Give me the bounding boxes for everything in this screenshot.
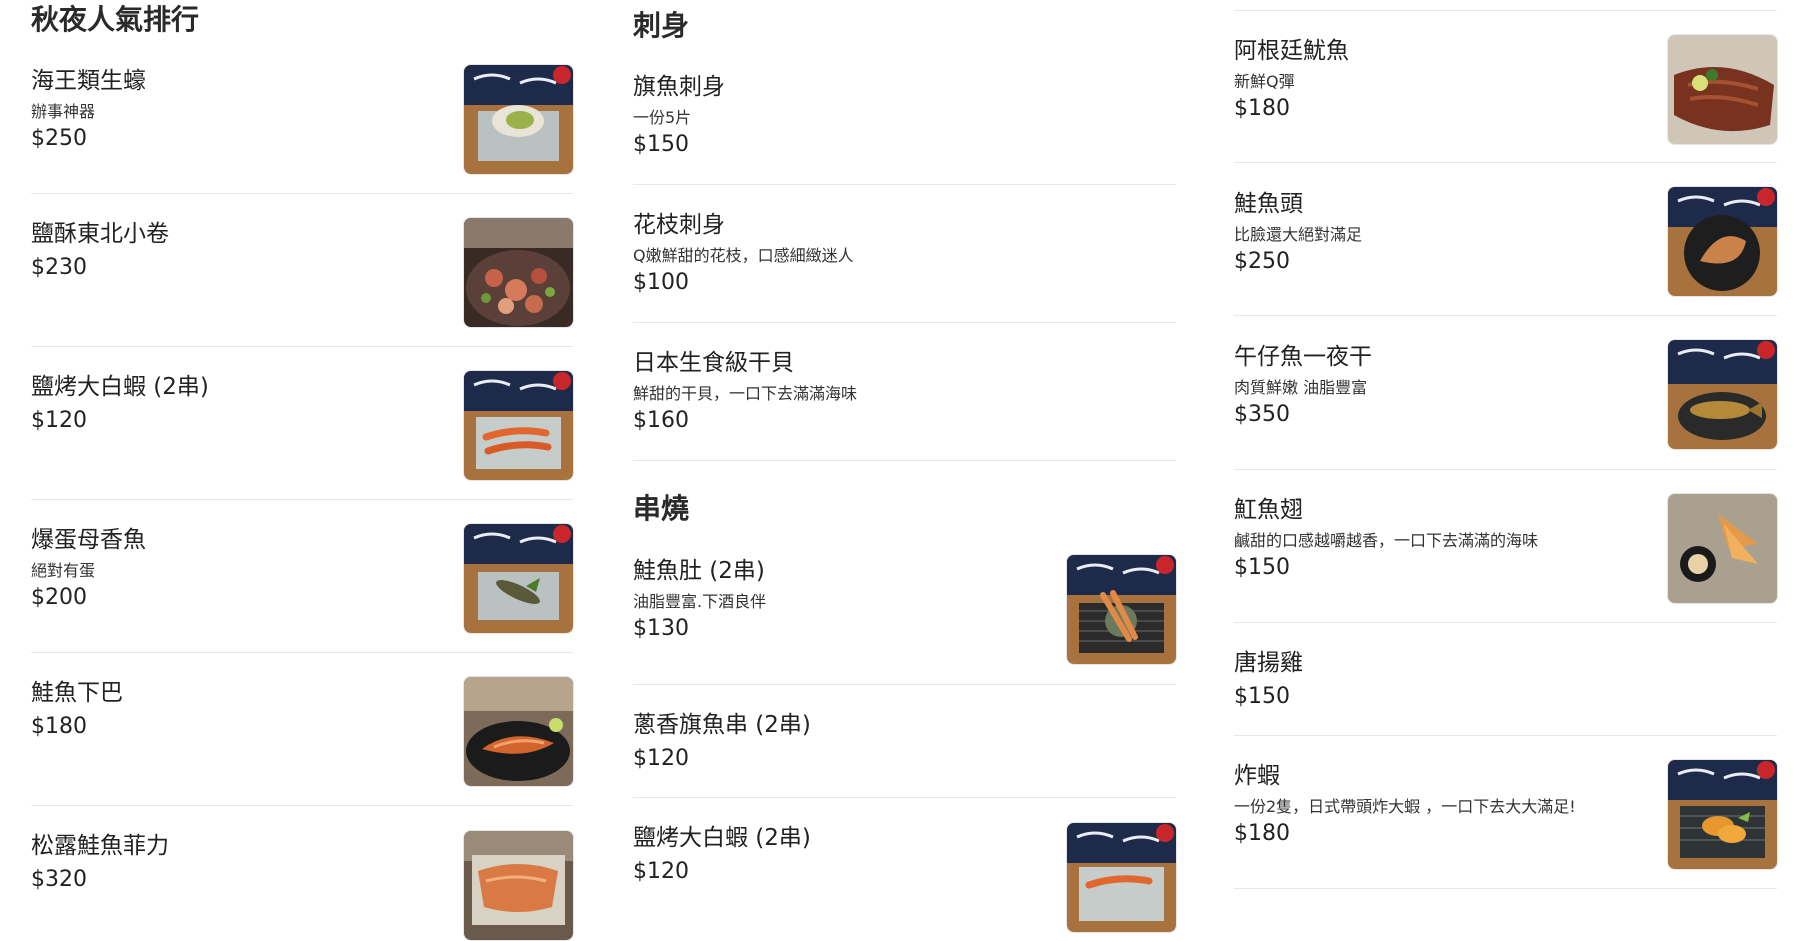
grilled-shrimp-photo	[464, 371, 573, 480]
item-price: $250	[1234, 249, 1290, 274]
grilled-shrimp-photo	[1067, 823, 1176, 932]
fried-squid-photo	[464, 218, 573, 327]
divider	[31, 346, 573, 347]
fried-shrimp-photo	[1668, 760, 1777, 869]
item-price: $160	[633, 408, 689, 433]
item-desc: 鮮甜的干貝，一口下去滿滿海味	[633, 384, 858, 403]
item-name: 阿根廷魷魚	[1234, 38, 1349, 64]
item-price: $180	[1234, 821, 1290, 846]
item-desc: 絕對有蛋	[31, 561, 96, 580]
item-price: $350	[1234, 402, 1290, 427]
item-name: 旗魚刺身	[633, 74, 725, 100]
divider	[633, 460, 1176, 461]
item-name: 花枝刺身	[633, 212, 725, 238]
menu-item-argentine-squid[interactable]: 阿根廷魷魚 新鮮Q彈 $180	[1234, 35, 1777, 146]
sweetfish-photo	[464, 524, 573, 633]
divider	[633, 684, 1176, 685]
divider	[31, 805, 573, 806]
salmon-head-photo	[1668, 187, 1777, 296]
menu-item-fried-shrimp[interactable]: 炸蝦 一份2隻，日式帶頭炸大蝦 ，一口下去大大滿足! $180	[1234, 760, 1777, 871]
item-name: 鹽酥東北小卷	[31, 221, 169, 247]
item-name: 爆蛋母香魚	[31, 527, 146, 553]
item-price: $100	[633, 270, 689, 295]
menu-item-stingray-fin[interactable]: 魟魚翅 鹹甜的口感越嚼越香，一口下去滿滿的海味 $150	[1234, 494, 1777, 605]
menu-item-salmon-head[interactable]: 鮭魚頭 比臉還大絕對滿足 $250	[1234, 187, 1777, 299]
menu-item-salmon-belly-skewer[interactable]: 鮭魚肚 (2串) 油脂豐富.下酒良伴 $130	[633, 555, 1176, 666]
item-name: 唐揚雞	[1234, 650, 1303, 676]
category-title-popular: 秋夜人氣排行	[31, 3, 200, 36]
menu-item-marlin-skewer[interactable]: 蔥香旗魚串 (2串) $120	[633, 710, 1176, 800]
divider	[1234, 888, 1777, 889]
divider	[633, 184, 1176, 185]
divider	[1234, 315, 1777, 316]
item-desc: 一份2隻，日式帶頭炸大蝦 ，一口下去大大滿足!	[1234, 797, 1576, 816]
argentine-squid-photo	[1668, 35, 1777, 144]
item-name: 午仔魚一夜干	[1234, 344, 1372, 370]
divider	[31, 499, 573, 500]
item-price: $180	[31, 714, 87, 739]
menu-item-threadfin[interactable]: 午仔魚一夜干 肉質鮮嫩 油脂豐富 $350	[1234, 340, 1777, 452]
item-name: 鮭魚下巴	[31, 680, 123, 706]
menu-item-cuttlefish-sashimi[interactable]: 花枝刺身 Q嫩鮮甜的花枝，口感細緻迷人 $100	[633, 210, 1176, 300]
item-price: $320	[31, 867, 87, 892]
divider	[31, 652, 573, 653]
divider	[1234, 735, 1777, 736]
item-name: 松露鮭魚菲力	[31, 833, 169, 859]
item-price: $150	[633, 132, 689, 157]
item-name: 蔥香旗魚串 (2串)	[633, 712, 811, 738]
item-price: $200	[31, 585, 87, 610]
divider	[1234, 469, 1777, 470]
menu-item-grilled-shrimp-skewer[interactable]: 鹽烤大白蝦 (2串) $120	[633, 823, 1176, 933]
item-name: 海王類生蠔	[31, 68, 146, 94]
item-desc: 鹹甜的口感越嚼越香，一口下去滿滿的海味	[1234, 531, 1539, 550]
menu-item-salmon-collar[interactable]: 鮭魚下巴 $180	[31, 677, 573, 788]
item-desc: 新鮮Q彈	[1234, 72, 1295, 91]
divider	[1234, 162, 1777, 163]
menu-item-marlin-sashimi[interactable]: 旗魚刺身 一份5片 $150	[633, 72, 1176, 162]
item-name: 魟魚翅	[1234, 497, 1303, 523]
item-name: 鮭魚頭	[1234, 191, 1303, 217]
item-desc: Q嫩鮮甜的花枝，口感細緻迷人	[633, 246, 854, 265]
divider	[633, 797, 1176, 798]
category-title-skewers: 串燒	[633, 492, 690, 525]
item-name: 鹽烤大白蝦 (2串)	[633, 825, 811, 851]
salmon-belly-skewer-photo	[1067, 555, 1176, 664]
item-price: $130	[633, 616, 689, 641]
item-name: 鹽烤大白蝦 (2串)	[31, 374, 209, 400]
item-desc: 油脂豐富.下酒良伴	[633, 592, 767, 611]
item-desc: 辦事神器	[31, 102, 96, 121]
divider	[1234, 10, 1777, 11]
item-price: $120	[633, 746, 689, 771]
item-price: $230	[31, 255, 87, 280]
item-desc: 一份5片	[633, 108, 692, 127]
item-price: $120	[31, 408, 87, 433]
item-desc: 比臉還大絕對滿足	[1234, 225, 1363, 244]
salmon-collar-photo	[464, 677, 573, 786]
divider	[1234, 622, 1777, 623]
item-price: $250	[31, 126, 87, 151]
item-desc: 肉質鮮嫩 油脂豐富	[1234, 378, 1368, 397]
threadfin-fish-photo	[1668, 340, 1777, 449]
category-title-sashimi: 刺身	[633, 9, 690, 42]
menu-item-sweetfish[interactable]: 爆蛋母香魚 絕對有蛋 $200	[31, 524, 573, 635]
oyster-photo	[464, 65, 573, 174]
item-name: 日本生食級干貝	[633, 350, 794, 376]
divider	[633, 322, 1176, 323]
menu-item-fried-squid[interactable]: 鹽酥東北小卷 $230	[31, 218, 573, 329]
menu-item-grilled-shrimp[interactable]: 鹽烤大白蝦 (2串) $120	[31, 371, 573, 482]
salmon-fillet-photo	[464, 831, 573, 940]
item-price: $150	[1234, 555, 1290, 580]
item-name: 鮭魚肚 (2串)	[633, 558, 765, 584]
item-name: 炸蝦	[1234, 763, 1280, 789]
stingray-fin-photo	[1668, 494, 1777, 603]
menu-item-scallop[interactable]: 日本生食級干貝 鮮甜的干貝，一口下去滿滿海味 $160	[633, 348, 1176, 438]
menu-item-karaage[interactable]: 唐揚雞 $150	[1234, 648, 1777, 734]
item-price: $120	[633, 859, 689, 884]
item-price: $150	[1234, 684, 1290, 709]
menu-item-oyster[interactable]: 海王類生蠔 辦事神器 $250	[31, 65, 573, 176]
divider	[31, 193, 573, 194]
menu-item-salmon-fillet[interactable]: 松露鮭魚菲力 $320	[31, 831, 573, 941]
item-price: $180	[1234, 96, 1290, 121]
